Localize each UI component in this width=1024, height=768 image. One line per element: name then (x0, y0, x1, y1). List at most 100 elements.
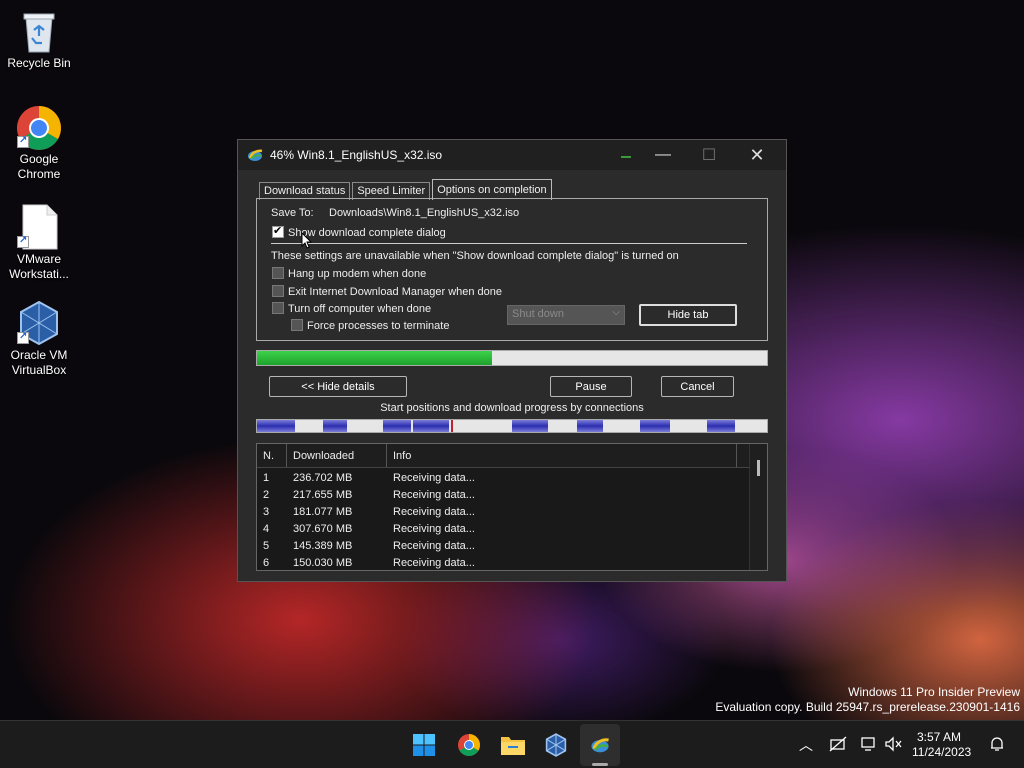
notification-bell-icon[interactable] (988, 735, 1006, 756)
clock-date: 11/24/2023 (912, 745, 972, 759)
table-body: 1 236.702 MB Receiving data... 2 217.655… (257, 468, 767, 570)
exit-idm-option: Exit Internet Download Manager when done (272, 285, 502, 298)
table-row[interactable]: 1 236.702 MB Receiving data... (257, 469, 767, 486)
exit-idm-checkbox (272, 285, 284, 297)
tab-options-on-completion[interactable]: Options on completion (432, 179, 552, 200)
download-progress-fill (257, 351, 492, 365)
connections-progress-bar (256, 419, 768, 433)
taskbar-clock[interactable]: 3:57 AM 11/24/2023 (912, 730, 972, 760)
pause-button[interactable]: Pause (550, 376, 632, 397)
close-button[interactable]: ✕ (734, 140, 780, 170)
shortcut-arrow-icon (17, 135, 29, 148)
shortcut-arrow-icon (17, 331, 29, 344)
connection-segment (707, 420, 735, 432)
evaluation-watermark: Windows 11 Pro Insider Preview Evaluatio… (715, 685, 1020, 715)
clock-time: 3:57 AM (916, 730, 962, 744)
cell-info: Receiving data... (393, 505, 475, 518)
tab-strip: Download status Speed Limiter Options on… (259, 179, 554, 200)
hang-up-checkbox (272, 267, 284, 279)
column-header-downloaded[interactable]: Downloaded (287, 444, 387, 467)
desktop-icon-virtualbox[interactable]: Oracle VM VirtualBox (4, 300, 74, 378)
cell-downloaded: 307.670 MB (293, 522, 353, 535)
chrome-icon[interactable] (455, 731, 483, 759)
cell-downloaded: 150.030 MB (293, 556, 353, 569)
chevron-down-icon: ⌵ (612, 307, 620, 318)
cancel-button[interactable]: Cancel (661, 376, 734, 397)
table-header: N. Downloaded Info (257, 444, 767, 468)
save-to-path: Downloads\Win8.1_EnglishUS_x32.iso (329, 207, 520, 219)
mouse-cursor-icon (301, 232, 313, 249)
options-panel: Save To: Downloads\Win8.1_EnglishUS_x32.… (256, 198, 768, 341)
force-terminate-checkbox (291, 319, 303, 331)
table-row[interactable]: 5 145.389 MB Receiving data... (257, 537, 767, 554)
window-titlebar[interactable]: 46% Win8.1_EnglishUS_x32.iso — ☐ ✕ (238, 140, 786, 170)
recycle-bin-icon (17, 8, 61, 53)
table-scrollbar[interactable] (749, 444, 767, 570)
watermark-line-1: Windows 11 Pro Insider Preview (848, 685, 1020, 699)
blank-file-icon (17, 204, 61, 250)
cell-number: 1 (263, 471, 270, 484)
desktop-icon-label: VMware Workstati... (9, 252, 69, 281)
cell-number: 5 (263, 539, 270, 552)
cell-number: 4 (263, 522, 270, 535)
file-explorer-icon[interactable] (499, 731, 527, 759)
chevron-up-icon[interactable]: ︿ (799, 735, 813, 755)
shutdown-select: Shut down ⌵ (507, 305, 625, 325)
cell-downloaded: 217.655 MB (293, 488, 353, 501)
connection-segment (413, 420, 449, 432)
cell-info: Receiving data... (393, 556, 475, 569)
column-header-info[interactable]: Info (387, 444, 737, 467)
watermark-line-2: Evaluation copy. Build 25947.rs_prerelea… (715, 700, 1020, 714)
turn-off-label: Turn off computer when done (288, 303, 432, 315)
volume-muted-icon[interactable] (884, 736, 902, 755)
cell-number: 6 (263, 556, 270, 569)
desktop-icon-vmware[interactable]: VMware Workstati... (4, 204, 74, 282)
virtualbox-icon (17, 300, 61, 346)
display-icon[interactable] (861, 736, 877, 755)
taskbar: ︿ 3:57 AM 11/24/2023 (0, 720, 1024, 768)
shutdown-select-value: Shut down (512, 308, 564, 320)
virtualbox-icon[interactable] (542, 731, 570, 759)
connections-label: Start positions and download progress by… (380, 402, 644, 414)
column-header-number[interactable]: N. (257, 444, 287, 467)
show-dialog-checkbox[interactable] (272, 224, 284, 238)
idm-icon[interactable] (586, 731, 614, 759)
turn-off-checkbox (272, 302, 284, 314)
connection-marker (451, 420, 453, 432)
connection-segment (577, 420, 603, 432)
table-row[interactable]: 4 307.670 MB Receiving data... (257, 520, 767, 537)
save-to-label: Save To: (271, 207, 314, 219)
minimize-button[interactable]: — (640, 140, 686, 170)
speed-indicator-icon (621, 156, 631, 161)
turn-off-option: Turn off computer when done (272, 302, 431, 315)
connection-segment (383, 420, 411, 432)
connections-table: N. Downloaded Info 1 236.702 MB Receivin… (256, 443, 768, 571)
download-progress-bar (256, 350, 768, 366)
start-icon[interactable] (410, 731, 438, 759)
shortcut-arrow-icon (17, 235, 29, 248)
download-progress-window: 46% Win8.1_EnglishUS_x32.iso — ☐ ✕ Downl… (237, 139, 787, 582)
network-disconnected-icon[interactable] (829, 736, 847, 755)
desktop-icon-google-chrome[interactable]: Google Chrome (4, 104, 74, 182)
scrollbar-thumb[interactable] (757, 460, 760, 476)
hang-up-label: Hang up modem when done (288, 268, 427, 280)
table-row[interactable]: 6 150.030 MB Receiving data... (257, 554, 767, 570)
hide-details-button[interactable]: << Hide details (269, 376, 407, 397)
taskbar-active-indicator (592, 763, 608, 766)
desktop-icon-recycle-bin[interactable]: Recycle Bin (4, 8, 74, 71)
table-row[interactable]: 3 181.077 MB Receiving data... (257, 503, 767, 520)
cell-number: 2 (263, 488, 270, 501)
cell-downloaded: 145.389 MB (293, 539, 353, 552)
maximize-button[interactable]: ☐ (686, 140, 732, 170)
show-dialog-option[interactable]: Show download complete dialog (272, 224, 446, 239)
hide-tab-button[interactable]: Hide tab (639, 304, 737, 326)
table-row[interactable]: 2 217.655 MB Receiving data... (257, 486, 767, 503)
window-title: 46% Win8.1_EnglishUS_x32.iso (270, 148, 443, 162)
cell-info: Receiving data... (393, 539, 475, 552)
connection-segment (512, 420, 548, 432)
hang-up-option: Hang up modem when done (272, 267, 426, 280)
cell-info: Receiving data... (393, 488, 475, 501)
force-terminate-label: Force processes to terminate (307, 320, 450, 332)
force-terminate-option: Force processes to terminate (291, 319, 449, 332)
idm-icon (248, 149, 263, 161)
